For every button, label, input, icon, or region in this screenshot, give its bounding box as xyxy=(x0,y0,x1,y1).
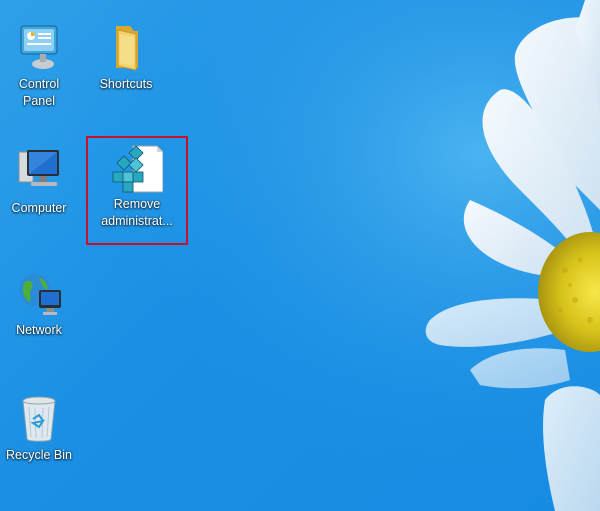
desktop-icon-network[interactable]: Network xyxy=(0,268,78,339)
desktop-icon-recycle-bin[interactable]: Recycle Bin xyxy=(0,393,78,464)
network-icon xyxy=(19,274,61,315)
desktop-icon-shortcuts[interactable]: Shortcuts xyxy=(87,22,165,93)
selection-highlight xyxy=(86,136,188,245)
desktop-icon-label: Recycle Bin xyxy=(6,448,72,462)
folder-icon xyxy=(116,26,138,71)
desktop-icon-label: Network xyxy=(16,323,62,337)
desktop-icon-label: Computer xyxy=(11,201,67,215)
desktop-icon-label: Shortcuts xyxy=(99,77,153,91)
desktop-icon-label: Control Panel xyxy=(18,77,60,108)
computer-icon xyxy=(18,150,59,186)
control-panel-icon xyxy=(20,25,58,69)
desktop-icon-computer[interactable]: Computer xyxy=(0,146,78,217)
recycle-bin-icon xyxy=(22,396,56,442)
desktop-icon-control-panel[interactable]: Control Panel xyxy=(0,22,78,110)
